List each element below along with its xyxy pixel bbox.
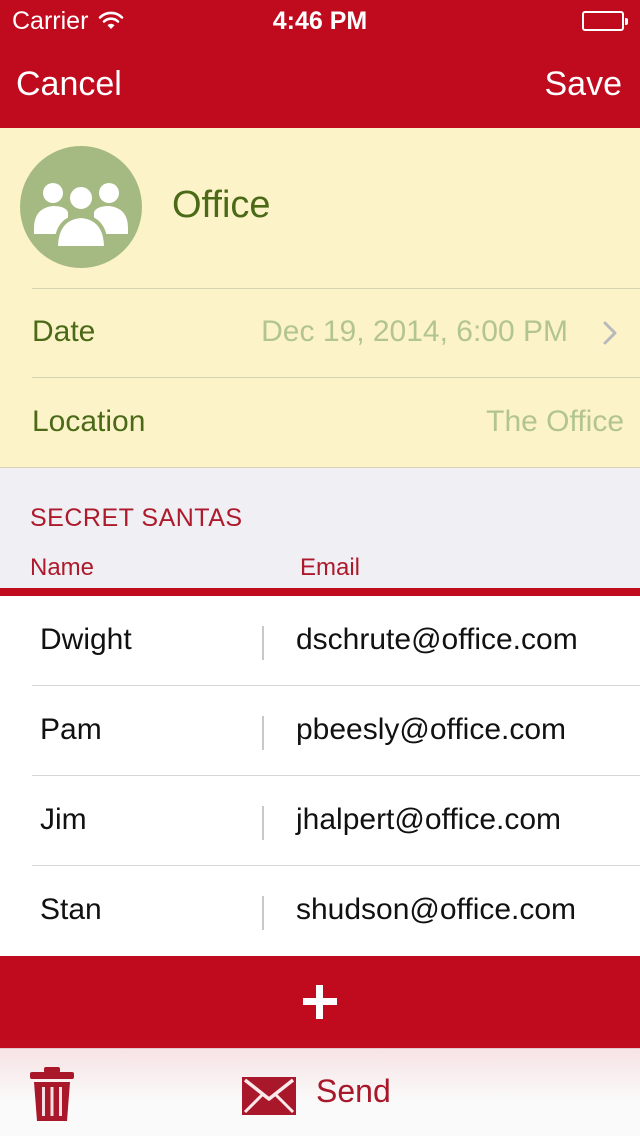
participant-name-field[interactable]: Pam (40, 713, 102, 747)
section-divider (0, 588, 640, 596)
column-separator (262, 806, 264, 840)
participant-email-field[interactable]: dschrute@office.com (296, 623, 578, 657)
envelope-icon (242, 1077, 296, 1115)
list-item: Pam pbeesly@office.com (0, 686, 640, 776)
divider (32, 377, 640, 378)
participant-name-field[interactable]: Dwight (40, 623, 132, 657)
participant-name-field[interactable]: Stan (40, 893, 102, 927)
bottom-toolbar: Send (0, 1048, 640, 1136)
participant-name-field[interactable]: Jim (40, 803, 87, 837)
list-item: Jim jhalpert@office.com (0, 776, 640, 866)
santas-section-header: SECRET SANTAS Name Email (0, 468, 640, 588)
location-label: Location (32, 405, 146, 438)
clock: 4:46 PM (272, 7, 368, 35)
battery-icon (582, 11, 628, 31)
column-separator (262, 716, 264, 750)
divider (32, 288, 640, 289)
participant-email-field[interactable]: jhalpert@office.com (296, 803, 561, 837)
column-header-email: Email (300, 554, 361, 581)
list-item: Stan shudson@office.com (0, 866, 640, 956)
column-separator (262, 626, 264, 660)
send-label: Send (316, 1073, 391, 1109)
participant-email-field[interactable]: pbeesly@office.com (296, 713, 566, 747)
column-header-name: Name (30, 554, 95, 581)
chevron-right-icon (602, 320, 618, 351)
save-button[interactable]: Save (545, 65, 623, 104)
event-name[interactable]: Office (172, 184, 271, 227)
date-value: Dec 19, 2014, 6:00 PM (261, 315, 568, 348)
date-label: Date (32, 315, 96, 348)
navigation-bar: Cancel Save (0, 40, 640, 128)
participant-email-field[interactable]: shudson@office.com (296, 893, 576, 927)
list-item: Dwight dschrute@office.com (0, 596, 640, 686)
location-value: The Office (486, 405, 624, 438)
event-details: Office Date Dec 19, 2014, 6:00 PM Locati… (0, 128, 640, 468)
section-title: SECRET SANTAS (30, 504, 243, 532)
column-separator (262, 896, 264, 930)
add-participant-button[interactable] (0, 956, 640, 1048)
cancel-button[interactable]: Cancel (16, 65, 122, 104)
trash-icon[interactable] (30, 1067, 74, 1126)
group-icon[interactable] (20, 146, 142, 268)
status-bar: Carrier 4:46 PM (0, 0, 640, 40)
